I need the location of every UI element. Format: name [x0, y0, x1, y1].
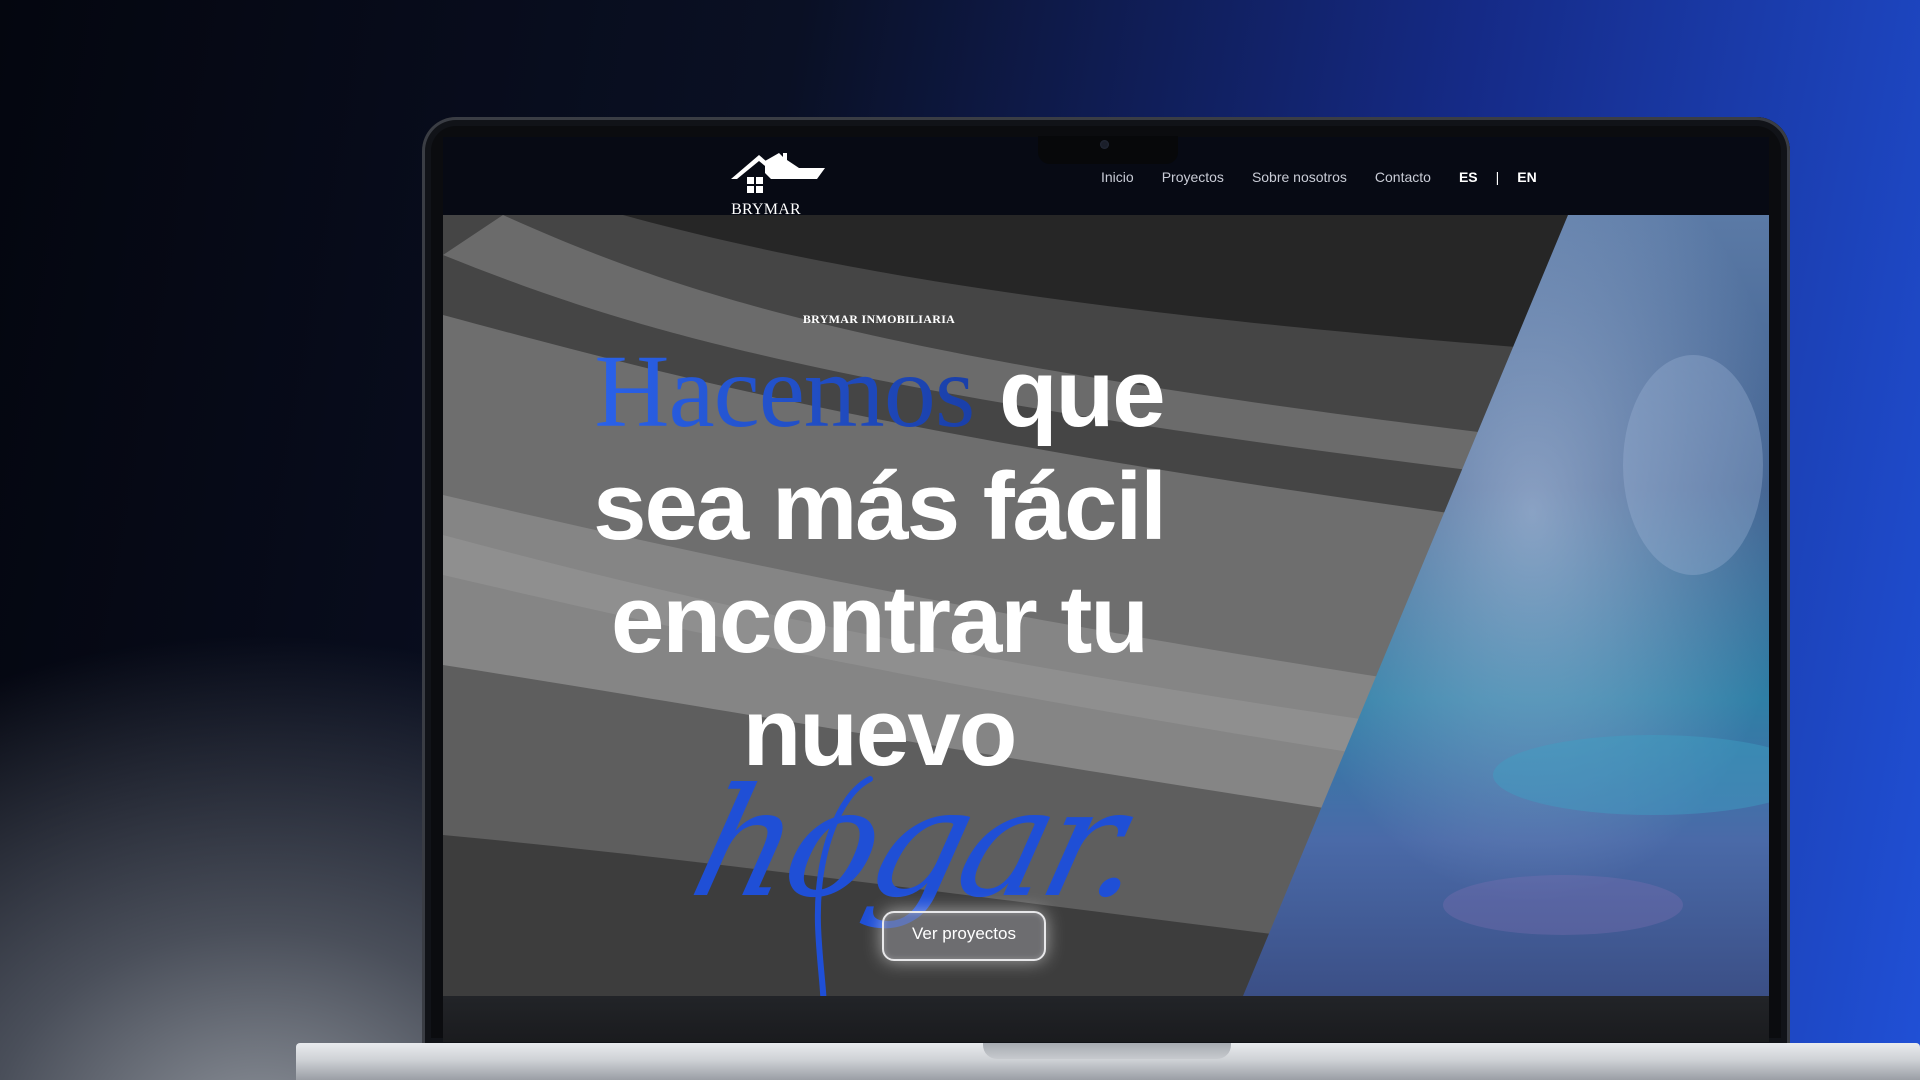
hero-kicker: BRYMAR INMOBILIARIA: [802, 312, 956, 326]
language-en[interactable]: EN: [1517, 169, 1536, 185]
script-swash-decoration: [814, 776, 873, 996]
headline-line-3: encontrar tu: [610, 566, 1149, 673]
view-projects-button[interactable]: Ver proyectos: [882, 911, 1046, 961]
headline-script-word: hogar.: [677, 757, 1160, 931]
hero-headline: Hacemos que sea más fácil encontrar tu n…: [443, 335, 1315, 789]
laptop-base-notch: [983, 1043, 1231, 1059]
headline-line-1-rest: que: [998, 340, 1166, 447]
nav-link-sobre-nosotros[interactable]: Sobre nosotros: [1252, 169, 1347, 185]
headline-line-2: sea más fácil: [593, 453, 1167, 560]
nav-links: Inicio Proyectos Sobre nosotros Contacto…: [1101, 169, 1537, 185]
language-separator: |: [1495, 169, 1500, 185]
headline-line-1: Hacemos que: [443, 335, 1315, 450]
mockup-stage: BRYMAR INMOBILIARIA Inicio Proyectos Sob…: [0, 0, 1920, 1080]
laptop-notch: [1038, 136, 1178, 164]
hero-section: BRYMAR INMOBILIARIA Hacemos que sea más …: [443, 215, 1769, 996]
laptop-screen: BRYMAR INMOBILIARIA Inicio Proyectos Sob…: [443, 137, 1769, 996]
nav-link-contacto[interactable]: Contacto: [1375, 169, 1431, 185]
brand-logo[interactable]: BRYMAR INMOBILIARIA: [681, 149, 851, 236]
language-es[interactable]: ES: [1459, 169, 1478, 185]
camera-icon: [1100, 140, 1109, 149]
nav-link-proyectos[interactable]: Proyectos: [1162, 169, 1224, 185]
nav-link-inicio[interactable]: Inicio: [1101, 169, 1134, 185]
headline-accent-word: Hacemos: [594, 334, 975, 449]
screen-bezel-bottom: [443, 996, 1769, 1042]
house-logo-icon: [731, 153, 825, 193]
